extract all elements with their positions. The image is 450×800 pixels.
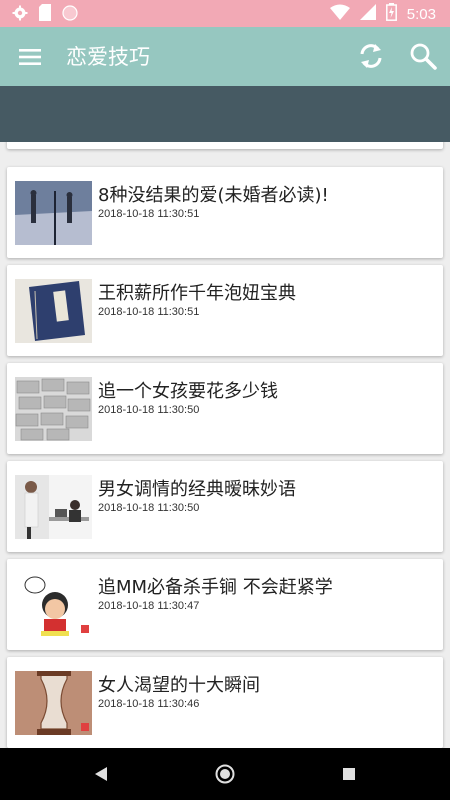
article-title: 8种没结果的爱(未婚者必读)! <box>98 185 329 206</box>
list-item[interactable] <box>7 142 443 149</box>
sd-card-icon <box>38 4 52 25</box>
article-title: 男女调情的经典暧昧妙语 <box>98 479 296 500</box>
wifi-icon <box>329 4 350 24</box>
article-time: 2018-10-18 11:30:47 <box>98 600 200 612</box>
article-thumbnail <box>15 475 92 539</box>
app-bar: 恋爱技巧 <box>0 27 450 86</box>
article-thumbnail <box>15 181 92 245</box>
article-thumbnail <box>15 671 92 735</box>
recents-icon <box>343 768 355 780</box>
article-time: 2018-10-18 11:30:50 <box>98 502 200 514</box>
home-button[interactable] <box>213 762 237 786</box>
article-time: 2018-10-18 11:30:50 <box>98 404 200 416</box>
article-list[interactable]: 8种没结果的爱(未婚者必读)! 2018-10-18 11:30:51 王积薪所… <box>0 142 450 748</box>
article-title: 女人渴望的十大瞬间 <box>98 675 260 696</box>
article-thumbnail <box>15 573 92 637</box>
list-item[interactable]: 男女调情的经典暧昧妙语 2018-10-18 11:30:50 <box>7 461 443 552</box>
list-item[interactable]: 8种没结果的爱(未婚者必读)! 2018-10-18 11:30:51 <box>7 167 443 258</box>
gear-icon <box>12 5 28 25</box>
article-thumbnail <box>15 279 92 343</box>
home-icon <box>215 764 235 784</box>
search-icon <box>410 43 437 70</box>
status-bar: 5:03 <box>0 0 450 27</box>
menu-icon <box>19 49 41 65</box>
circle-icon <box>62 4 78 25</box>
search-button[interactable] <box>407 40 439 72</box>
recents-button[interactable] <box>337 762 361 786</box>
list-item[interactable]: 追一个女孩要花多少钱 2018-10-18 11:30:50 <box>7 363 443 454</box>
system-nav-bar <box>0 748 450 800</box>
article-title: 王积薪所作千年泡妞宝典 <box>98 283 296 304</box>
article-time: 2018-10-18 11:30:46 <box>98 698 200 710</box>
article-title: 追一个女孩要花多少钱 <box>98 381 278 402</box>
status-time: 5:03 <box>406 5 436 23</box>
list-item[interactable]: 追MM必备杀手锏 不会赶紧学 2018-10-18 11:30:47 <box>7 559 443 650</box>
article-time: 2018-10-18 11:30:51 <box>98 306 200 318</box>
back-button[interactable] <box>89 762 113 786</box>
list-item[interactable]: 女人渴望的十大瞬间 2018-10-18 11:30:46 <box>7 657 443 748</box>
header-banner <box>0 86 450 142</box>
refresh-button[interactable] <box>355 40 387 72</box>
list-item[interactable]: 王积薪所作千年泡妞宝典 2018-10-18 11:30:51 <box>7 265 443 356</box>
article-title: 追MM必备杀手锏 不会赶紧学 <box>98 577 333 598</box>
signal-icon <box>359 4 376 24</box>
menu-button[interactable] <box>14 42 46 72</box>
page-title: 恋爱技巧 <box>66 45 150 69</box>
article-thumbnail <box>15 377 92 441</box>
battery-charging-icon <box>385 3 397 25</box>
article-time: 2018-10-18 11:30:51 <box>98 208 200 220</box>
refresh-icon <box>360 44 382 68</box>
back-icon <box>95 767 107 781</box>
